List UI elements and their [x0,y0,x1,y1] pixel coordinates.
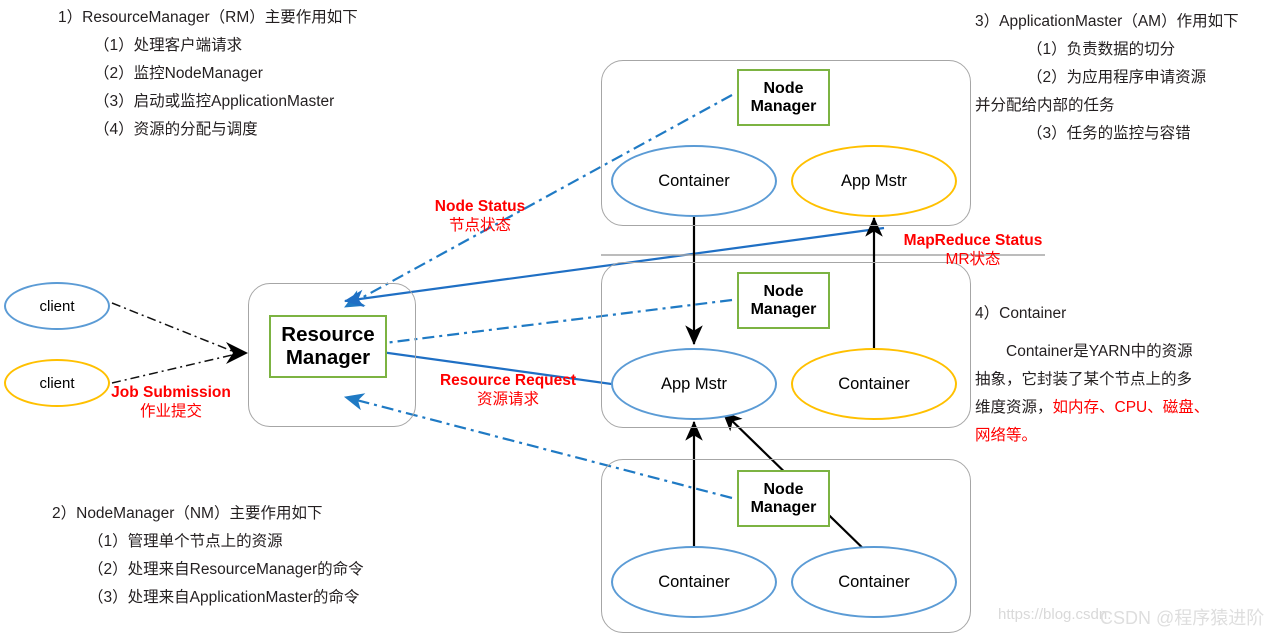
cluster-top-left-ellipse[interactable]: Container [611,145,777,217]
note-resourcemanager: 1）ResourceManager（RM）主要作用如下 （1）处理客户端请求 （… [58,4,358,144]
resource-manager-label-line2: Manager [285,345,371,369]
note-container-line-2: 抽象，它封装了某个节点上的多 [975,371,1193,388]
note-am-continuation: 并分配给内部的任务 [975,97,1115,114]
note-nm-item-2: （2）处理来自ResourceManager的命令 [88,561,364,578]
cluster-bottom-right-label: Container [838,572,910,591]
note-container-line3-red: 如内存、CPU、磁盘、 [1052,399,1210,416]
note-container-line-4: 网络等。 [975,427,1038,444]
note-nm-item-1: （1）管理单个节点上的资源 [88,533,283,550]
watermark-url: https://blog.csdn. [998,606,1112,623]
cluster-middle-right-label: Container [838,374,910,393]
note-am-item-2: （2）为应用程序申请资源 [1027,69,1207,86]
node-manager-box-top[interactable]: Node Manager [737,69,830,126]
node-manager-top-line2: Manager [750,97,817,115]
resource-manager-box[interactable]: Resource Manager [269,315,387,378]
cluster-top-right-ellipse[interactable]: App Mstr [791,145,957,217]
caption-job-submission-en: Job Submission [111,384,231,401]
cluster-top-right-label: App Mstr [840,171,908,190]
caption-node-status: Node Status 节点状态 [424,197,536,235]
node-manager-middle-line2: Manager [750,300,817,318]
watermark-brand: CSDN @程序猿进阶 [1100,608,1265,628]
note-container-line3-black: 维度资源， [975,399,1053,416]
note-rm-heading: 1）ResourceManager（RM）主要作用如下 [58,9,358,26]
node-manager-middle-line1: Node [763,282,804,300]
caption-resource-request-en: Resource Request [439,372,577,389]
note-container: 4）Container Container是YARN中的资源 抽象，它封装了某个… [975,300,1209,450]
cluster-middle-right-ellipse[interactable]: Container [791,348,957,420]
node-manager-top-line1: Node [763,79,804,97]
diagram-canvas: 1）ResourceManager（RM）主要作用如下 （1）处理客户端请求 （… [0,0,1288,637]
cluster-top-left-label: Container [658,171,730,190]
note-rm-item-3: （3）启动或监控ApplicationMaster [94,93,335,110]
cluster-bottom-right-ellipse[interactable]: Container [791,546,957,618]
note-am-item-3: （3）任务的监控与容错 [1027,125,1191,142]
caption-node-status-en: Node Status [434,198,526,215]
caption-resource-request-zh: 资源请求 [476,391,539,408]
note-nodemanager: 2）NodeManager（NM）主要作用如下 （1）管理单个节点上的资源 （2… [52,500,364,612]
resource-manager-label-line1: Resource [281,322,375,346]
note-am-heading: 3）ApplicationMaster（AM）作用如下 [975,13,1239,30]
caption-resource-request: Resource Request 资源请求 [430,371,586,409]
cluster-middle-left-ellipse[interactable]: App Mstr [611,348,777,420]
note-container-line-3: 维度资源，如内存、CPU、磁盘、 [975,394,1209,422]
node-manager-bottom-line1: Node [763,480,804,498]
note-applicationmaster: 3）ApplicationMaster（AM）作用如下 （1）负责数据的切分 （… [975,8,1239,148]
node-manager-box-middle[interactable]: Node Manager [737,272,830,329]
caption-node-status-zh: 节点状态 [448,217,511,234]
note-rm-item-1: （1）处理客户端请求 [94,37,243,54]
job-submission-links [111,302,233,384]
client-bottom-label: client [39,374,75,392]
client-bottom[interactable]: client [4,359,110,407]
caption-mapreduce-status-en: MapReduce Status [903,232,1043,249]
note-rm-item-4: （4）资源的分配与调度 [94,121,258,138]
client-top[interactable]: client [4,282,110,330]
cluster-middle-left-label: App Mstr [660,374,728,393]
caption-mapreduce-status-zh: MR状态 [945,251,1001,268]
caption-mapreduce-status: MapReduce Status MR状态 [895,231,1051,269]
note-am-item-1: （1）负责数据的切分 [1027,41,1176,58]
caption-job-submission: Job Submission 作业提交 [106,383,236,421]
cluster-bottom-left-ellipse[interactable]: Container [611,546,777,618]
note-rm-item-2: （2）监控NodeManager [94,65,263,82]
caption-job-submission-zh: 作业提交 [139,403,202,420]
node-manager-bottom-line2: Manager [750,498,817,516]
note-container-heading: 4）Container [975,305,1067,322]
cluster-bottom-left-label: Container [658,572,730,591]
note-nm-item-3: （3）处理来自ApplicationMaster的命令 [88,589,360,606]
node-manager-box-bottom[interactable]: Node Manager [737,470,830,527]
client-top-label: client [39,297,75,315]
job-submission-arrowhead [226,342,248,364]
note-nm-heading: 2）NodeManager（NM）主要作用如下 [52,505,323,522]
note-container-line-1: Container是YARN中的资源 [975,343,1193,360]
